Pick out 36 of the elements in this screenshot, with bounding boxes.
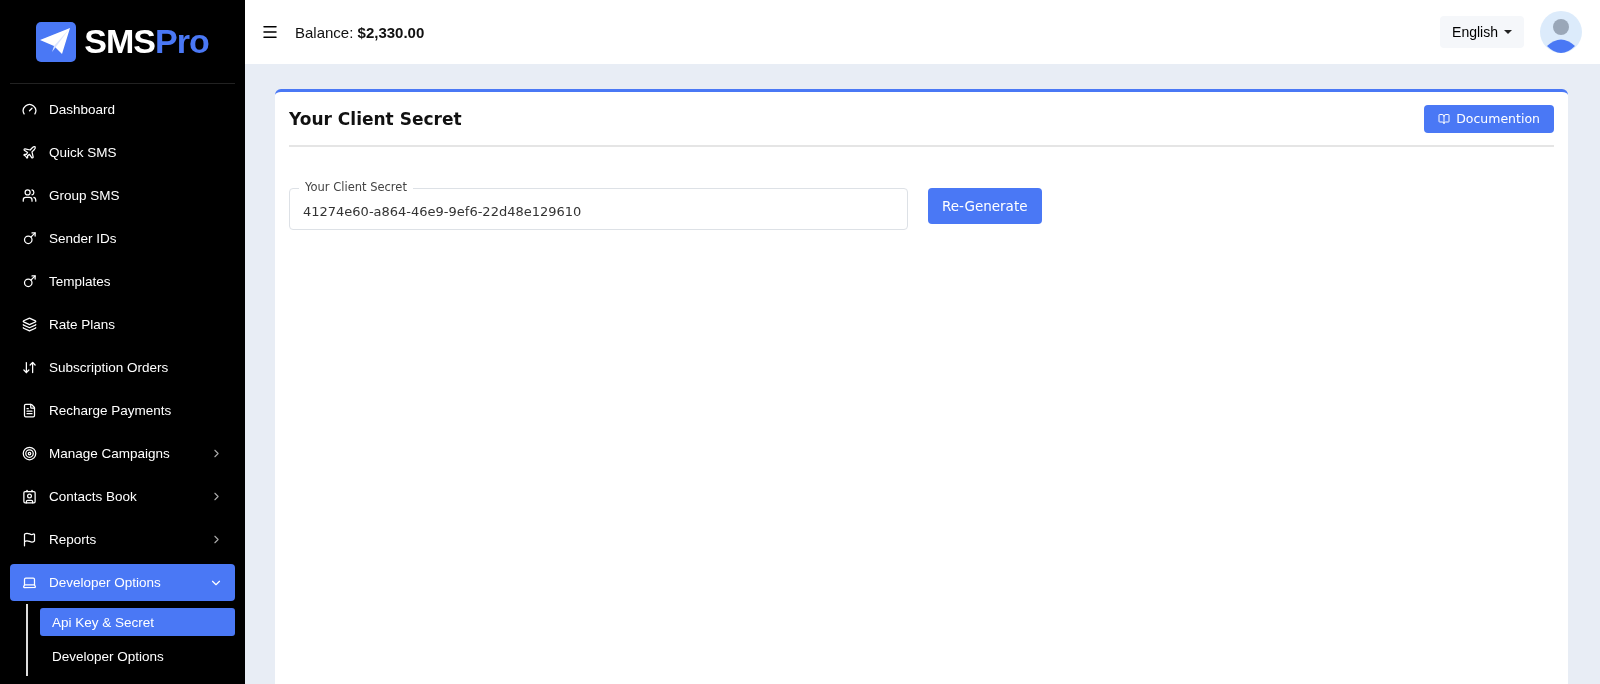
paper-plane-logo-icon bbox=[36, 21, 77, 62]
regenerate-button[interactable]: Re-Generate bbox=[928, 188, 1042, 224]
documentation-button[interactable]: Documention bbox=[1424, 104, 1554, 133]
sidebar-item[interactable]: Quick SMS bbox=[10, 134, 235, 171]
layers-icon bbox=[22, 317, 37, 332]
sidebar-item[interactable]: Dashboard bbox=[10, 91, 235, 128]
flag-icon bbox=[22, 532, 37, 547]
arrows-icon bbox=[22, 360, 37, 375]
sidebar-item[interactable]: Developer Options bbox=[10, 564, 235, 601]
document-icon bbox=[22, 403, 37, 418]
male-symbol-icon bbox=[22, 274, 37, 289]
sidebar-item[interactable]: Subscription Orders bbox=[10, 349, 235, 386]
card-title: Your Client Secret bbox=[289, 108, 462, 129]
book-icon bbox=[1438, 112, 1451, 125]
language-dropdown[interactable]: English bbox=[1440, 16, 1524, 48]
sidebar-subitem[interactable]: Api Key & Secret bbox=[40, 608, 235, 636]
brand-name: SMSPro bbox=[84, 22, 209, 61]
target-icon bbox=[22, 446, 37, 461]
gauge-icon bbox=[22, 102, 37, 117]
sidebar-item[interactable]: Contacts Book bbox=[10, 478, 235, 515]
menu-icon[interactable] bbox=[261, 23, 279, 41]
avatar-silhouette-icon[interactable] bbox=[1540, 11, 1582, 53]
sidebar-item[interactable]: Reports bbox=[10, 521, 235, 558]
plane-icon bbox=[22, 145, 37, 160]
sidebar-item[interactable]: Manage Campaigns bbox=[10, 435, 235, 472]
sidebar-subitem[interactable]: Developer Options bbox=[40, 642, 235, 670]
sidebar-item[interactable]: Recharge Payments bbox=[10, 392, 235, 429]
sidebar-item[interactable]: Rate Plans bbox=[10, 306, 235, 343]
balance-text: Balance: $2,330.00 bbox=[295, 23, 426, 41]
male-symbol-icon bbox=[22, 231, 37, 246]
sidebar-item[interactable]: Sender IDs bbox=[10, 220, 235, 257]
users-icon bbox=[22, 188, 37, 203]
sidebar-item[interactable]: Group SMS bbox=[10, 177, 235, 214]
contact-card-icon bbox=[22, 489, 37, 504]
sidebar-item[interactable]: Templates bbox=[10, 263, 235, 300]
laptop-icon bbox=[22, 575, 37, 590]
